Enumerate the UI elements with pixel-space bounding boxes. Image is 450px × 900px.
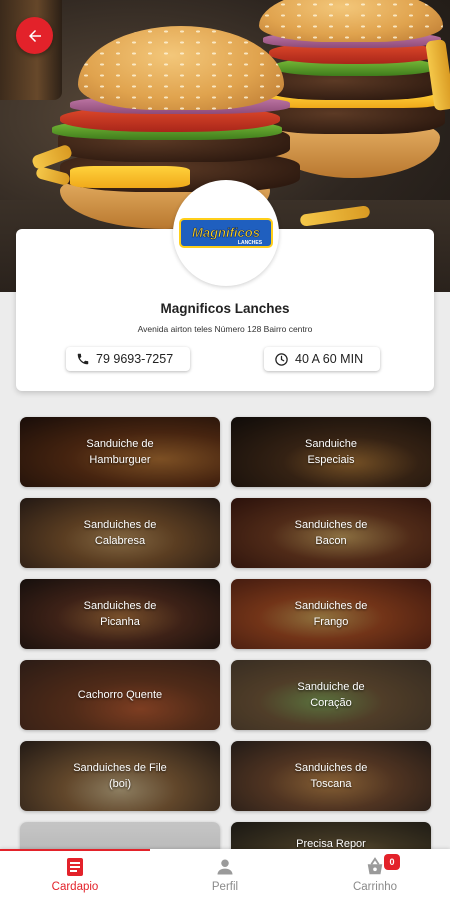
nav-tab-perfil[interactable]: Perfil — [150, 849, 300, 900]
category-label-line2: Frango — [313, 616, 349, 628]
category-label-line1: Sanduiches de — [294, 762, 368, 774]
category-label-line2: Hamburguer — [89, 454, 151, 466]
store-address: Avenida airton teles Número 128 Bairro c… — [137, 324, 313, 334]
category-label-line1: Sanduiche — [305, 438, 357, 450]
store-logo: Magnificos LANCHES — [173, 180, 279, 286]
nav-label-perfil: Perfil — [211, 881, 239, 893]
category-label-line1: Sanduiche de — [297, 681, 365, 693]
menu-list-icon — [67, 858, 83, 876]
category-card-frango[interactable]: Sanduiches de Frango — [231, 579, 431, 649]
nav-tab-cardapio[interactable]: Cardapio — [0, 849, 150, 900]
arrow-left-icon — [28, 29, 41, 42]
back-button[interactable] — [16, 17, 53, 54]
category-label-line2: (boi) — [108, 778, 131, 790]
category-label-line1: Sanduiche de — [86, 438, 154, 450]
category-label-line1: Sanduiches de — [83, 600, 157, 612]
category-label-line1: Sanduiches de — [294, 519, 368, 531]
store-logo-image: Magnificos LANCHES — [179, 218, 273, 248]
category-card-especiais[interactable]: Sanduiche Especiais — [231, 417, 431, 487]
category-card-file-boi[interactable]: Sanduiches de File (boi) — [20, 741, 220, 811]
category-label-line2: Toscana — [310, 778, 352, 790]
svg-text:Magnificos: Magnificos — [192, 225, 260, 240]
bottom-navigation: Cardapio Perfil 0 Carrinho — [0, 849, 450, 900]
category-card-coracao[interactable]: Sanduiche de Coração — [231, 660, 431, 730]
nav-label-cardapio: Cardapio — [51, 881, 99, 893]
person-icon — [217, 859, 233, 875]
category-label-line2: Especiais — [307, 454, 355, 466]
category-label-line2: Bacon — [315, 535, 347, 547]
category-label-line2: Picanha — [100, 616, 140, 628]
svg-text:LANCHES: LANCHES — [238, 240, 263, 246]
category-label-line1: Sanduiches de — [83, 519, 157, 531]
category-card-hamburguer[interactable]: Sanduiche de Hamburguer — [20, 417, 220, 487]
phone-number: 79 9693-7257 — [96, 352, 174, 366]
cart-count-badge: 0 — [384, 854, 400, 870]
delivery-time: 40 A 60 MIN — [295, 352, 364, 366]
nav-tab-carrinho[interactable]: 0 Carrinho — [300, 849, 450, 900]
delivery-time-chip: 40 A 60 MIN — [264, 347, 380, 371]
phone-chip[interactable]: 79 9693-7257 — [66, 347, 190, 371]
category-card-cachorro-quente[interactable]: Cachorro Quente — [20, 660, 220, 730]
clock-icon — [275, 352, 288, 366]
category-card-toscana[interactable]: Sanduiches de Toscana — [231, 741, 431, 811]
category-card-picanha[interactable]: Sanduiches de Picanha — [20, 579, 220, 649]
category-label-line2: Coração — [310, 697, 352, 709]
store-name: Magnificos Lanches — [160, 301, 290, 316]
category-label-line1: Cachorro Quente — [77, 689, 163, 701]
category-label-line1: Sanduiches de — [294, 600, 368, 612]
category-card-calabresa[interactable]: Sanduiches de Calabresa — [20, 498, 220, 568]
category-label-line1: Sanduiches de File — [73, 762, 167, 774]
category-label-line2: Calabresa — [94, 535, 146, 547]
phone-icon — [77, 353, 89, 365]
nav-label-carrinho: Carrinho — [352, 881, 398, 893]
category-card-bacon[interactable]: Sanduiches de Bacon — [231, 498, 431, 568]
basket-icon — [367, 857, 383, 875]
